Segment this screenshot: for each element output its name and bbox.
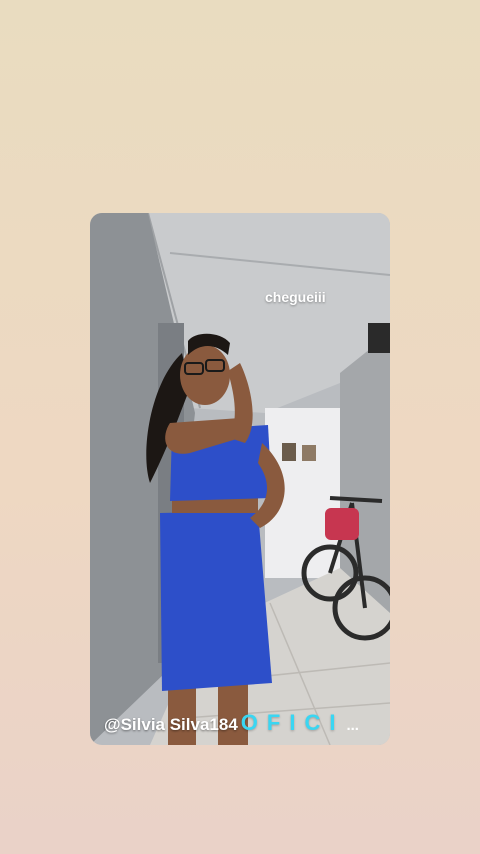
more-ellipsis: ... xyxy=(346,717,359,734)
creator-handle: @Silvia Silva184 xyxy=(104,715,238,734)
brand-watermark: OFICI xyxy=(240,710,345,735)
story-caption-text: chegueiii xyxy=(265,289,326,305)
story-video-card[interactable]: chegueiii @Silvia Silva184 OFICI ... xyxy=(90,213,390,745)
video-frame xyxy=(90,213,390,745)
creator-watermark: @Silvia Silva184 OFICI ... xyxy=(104,710,359,736)
